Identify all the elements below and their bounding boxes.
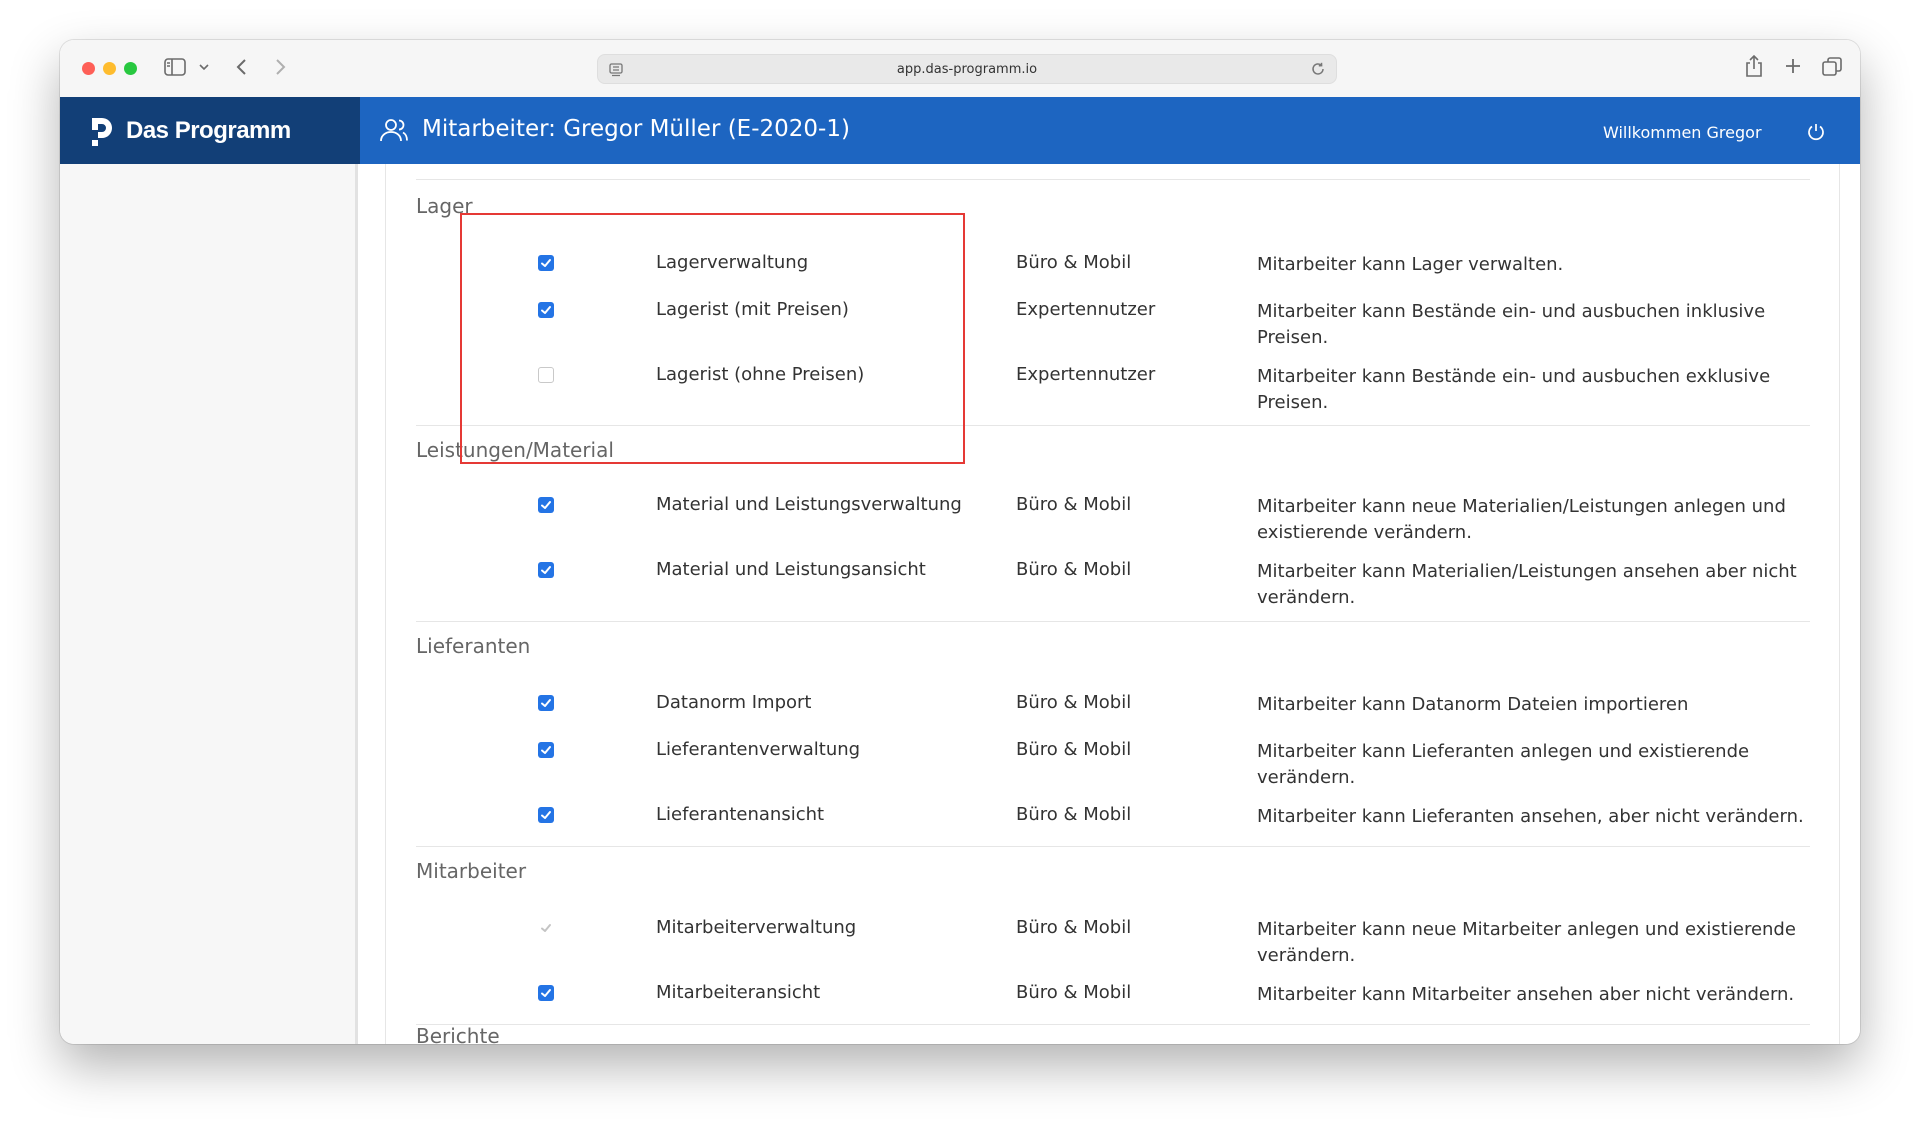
permission-checkbox[interactable] (538, 695, 554, 711)
permission-platform: Büro & Mobil (1016, 982, 1132, 1003)
permission-description: Mitarbeiter kann Lager verwalten. (1257, 254, 1564, 275)
share-icon[interactable] (1743, 54, 1765, 78)
permission-platform: Büro & Mobil (1016, 804, 1132, 825)
logo-icon (92, 118, 112, 146)
permission-name: Mitarbeiteransicht (656, 982, 821, 1003)
permission-name: Lagerverwaltung (656, 252, 809, 273)
permission-section: Leistungen/Material Material und Leistung… (416, 426, 1810, 622)
welcome-text: Willkommen Gregor (1603, 123, 1762, 142)
permission-checkbox[interactable] (538, 302, 554, 318)
permission-row: Material und Leistungsverwaltung Büro & M… (416, 494, 1810, 546)
permission-description: Mitarbeiter kann neue Mitarbeiter anlege… (1257, 919, 1796, 966)
tab-overview-icon[interactable] (1821, 56, 1843, 78)
section-title: Lieferanten (416, 634, 531, 658)
permission-platform: Büro & Mobil (1016, 917, 1132, 938)
permission-checkbox[interactable] (538, 807, 554, 823)
url-text: app.das-programm.io (896, 62, 1038, 77)
permission-checkbox (538, 920, 554, 936)
browser-window: app.das-programm.io Das Programm Mitarbe… (60, 40, 1860, 1044)
forward-arrow-icon[interactable] (270, 56, 290, 78)
logout-power-icon[interactable] (1806, 122, 1826, 142)
new-tab-icon[interactable] (1783, 56, 1803, 76)
main-content: Lager Lagerverwaltung Büro & Mobil Mitarbei… (358, 164, 1860, 1044)
permission-platform: Büro & Mobil (1016, 252, 1132, 273)
permission-platform: Büro & Mobil (1016, 494, 1132, 515)
permission-platform: Expertennutzer (1016, 364, 1156, 385)
permission-description: Mitarbeiter kann Mitarbeiter ansehen abe… (1257, 984, 1795, 1005)
minimize-window-button[interactable] (103, 62, 116, 75)
permission-name: Lagerist (ohne Preisen) (656, 364, 865, 385)
permission-platform: Expertennutzer (1016, 299, 1156, 320)
permission-name: Lagerist (mit Preisen) (656, 299, 849, 320)
section-title: Leistungen/Material (416, 438, 614, 462)
permission-description: Mitarbeiter kann Lieferanten ansehen, ab… (1257, 806, 1804, 827)
permissions-panel: Lager Lagerverwaltung Büro & Mobil Mitarbei… (385, 164, 1840, 1044)
permission-description: Mitarbeiter kann neue Materialien/Leistu… (1257, 496, 1786, 543)
permission-name: Material und Leistungsverwaltung (656, 494, 962, 515)
chevron-down-icon[interactable] (198, 60, 210, 74)
permission-row: Material und Leistungsansicht Büro & Mobi… (416, 559, 1810, 611)
permission-name: Mitarbeiterverwaltung (656, 917, 857, 938)
permission-checkbox[interactable] (538, 985, 554, 1001)
permission-description: Mitarbeiter kann Bestände ein- und ausbu… (1257, 301, 1766, 348)
permission-description: Mitarbeiter kann Bestände ein- und ausbu… (1257, 366, 1771, 413)
permission-checkbox[interactable] (538, 742, 554, 758)
back-arrow-icon[interactable] (232, 56, 252, 78)
permission-platform: Büro & Mobil (1016, 559, 1132, 580)
window-controls (82, 62, 137, 75)
permission-row: Lagerist (mit Preisen) Expertennutzer Mita… (416, 299, 1810, 351)
permission-row: Mitarbeiteransicht Büro & Mobil Mitarbeite… (416, 982, 1810, 1034)
permission-row: Lagerverwaltung Büro & Mobil Mitarbeiter k… (416, 252, 1810, 304)
app-header: Das Programm Mitarbeiter: Gregor Müller … (60, 97, 1860, 164)
reload-icon[interactable] (1310, 61, 1326, 77)
browser-toolbar: app.das-programm.io (60, 40, 1860, 97)
permission-platform: Büro & Mobil (1016, 692, 1132, 713)
users-icon (380, 119, 408, 142)
permission-description: Mitarbeiter kann Materialien/Leistungen … (1257, 561, 1797, 608)
permission-section: Lieferanten Datanorm Import Büro & Mobil Mi… (416, 622, 1810, 847)
permission-description: Mitarbeiter kann Datanorm Dateien import… (1257, 694, 1689, 715)
sidebar-toggle-icon[interactable] (164, 58, 186, 76)
section-title: Berichte (416, 1024, 500, 1044)
permission-description: Mitarbeiter kann Lieferanten anlegen und… (1257, 741, 1750, 788)
left-sidebar (60, 164, 358, 1044)
permission-checkbox[interactable] (538, 255, 554, 271)
page-title: Mitarbeiter: Gregor Müller (E-2020-1) (422, 116, 850, 142)
permission-name: Datanorm Import (656, 692, 812, 713)
permission-row: Datanorm Import Büro & Mobil Mitarbeiter k… (416, 692, 1810, 744)
permission-name: Lieferantenverwaltung (656, 739, 861, 760)
permission-name: Lieferantenansicht (656, 804, 825, 825)
permission-row: Lieferantenverwaltung Büro & Mobil Mitarbe… (416, 739, 1810, 791)
permission-checkbox[interactable] (538, 367, 554, 383)
permission-section: Mitarbeiter Mitarbeiterverwaltung Büro & M… (416, 847, 1810, 1025)
logo-text: Das Programm (126, 117, 291, 144)
address-bar[interactable]: app.das-programm.io (597, 54, 1337, 84)
permission-checkbox[interactable] (538, 562, 554, 578)
section-title: Lager (416, 194, 473, 218)
permission-name: Material und Leistungsansicht (656, 559, 926, 580)
permission-row: Lagerist (ohne Preisen) Expertennutzer Mit… (416, 364, 1810, 416)
permission-checkbox[interactable] (538, 497, 554, 513)
section-title: Mitarbeiter (416, 859, 527, 883)
logo-area[interactable]: Das Programm (60, 97, 360, 164)
permission-section: Lager Lagerverwaltung Büro & Mobil Mitarbei… (416, 182, 1810, 426)
close-window-button[interactable] (82, 62, 95, 75)
permission-platform: Büro & Mobil (1016, 739, 1132, 760)
permission-row: Mitarbeiterverwaltung Büro & Mobil Mitarbe… (416, 917, 1810, 969)
divider (416, 179, 1810, 180)
zoom-window-button[interactable] (124, 62, 137, 75)
